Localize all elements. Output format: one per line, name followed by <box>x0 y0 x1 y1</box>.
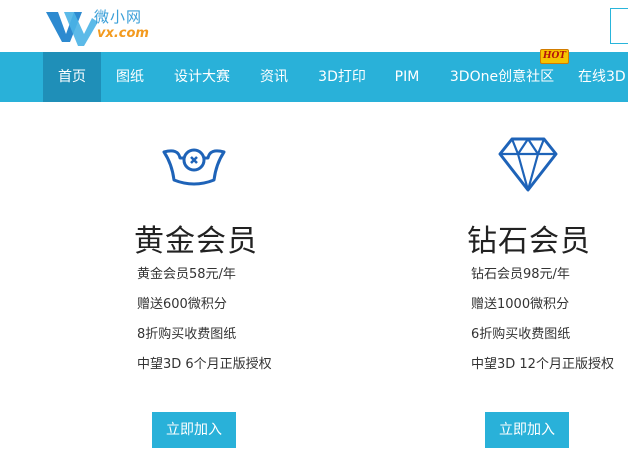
diamond-icon <box>498 137 558 192</box>
nav-item-3d-print[interactable]: 3D打印 <box>309 52 375 102</box>
plan-title: 黄金会员 <box>134 224 258 259</box>
brand-name-en: vx.com <box>97 26 149 41</box>
plan-benefit: 钻石会员98元/年 <box>471 267 570 282</box>
plan-benefit: 8折购买收费图纸 <box>137 327 237 342</box>
plan-benefit: 中望3D 12个月正版授权 <box>471 357 614 372</box>
plan-benefit: 赠送1000微积分 <box>471 297 570 312</box>
plan-benefit: 赠送600微积分 <box>137 297 227 312</box>
gold-ingot-icon <box>162 148 226 186</box>
plan-benefit: 黄金会员58元/年 <box>137 267 236 282</box>
plan-title: 钻石会员 <box>467 224 591 259</box>
nav-item-design-contest[interactable]: 设计大赛 <box>165 52 239 102</box>
join-gold-button[interactable]: 立即加入 <box>152 412 236 448</box>
nav-item-online-3d[interactable]: 在线3D <box>578 52 628 102</box>
main-nav: 首页 图纸 设计大赛 资讯 3D打印 PIM 3DOne创意社区 在线3D <box>0 52 628 102</box>
plan-benefit: 中望3D 6个月正版授权 <box>137 357 272 372</box>
plan-benefit: 6折购买收费图纸 <box>471 327 571 342</box>
nav-item-pim[interactable]: PIM <box>386 52 428 102</box>
nav-item-home[interactable]: 首页 <box>43 52 101 102</box>
hot-badge: HOT <box>540 49 569 64</box>
brand-name-cn: 微小网 <box>94 8 143 26</box>
site-header: 微小网 vx.com <box>0 0 628 52</box>
join-diamond-button[interactable]: 立即加入 <box>485 412 569 448</box>
search-box[interactable] <box>610 8 628 44</box>
nav-item-news[interactable]: 资讯 <box>250 52 298 102</box>
nav-item-drawings[interactable]: 图纸 <box>104 52 156 102</box>
